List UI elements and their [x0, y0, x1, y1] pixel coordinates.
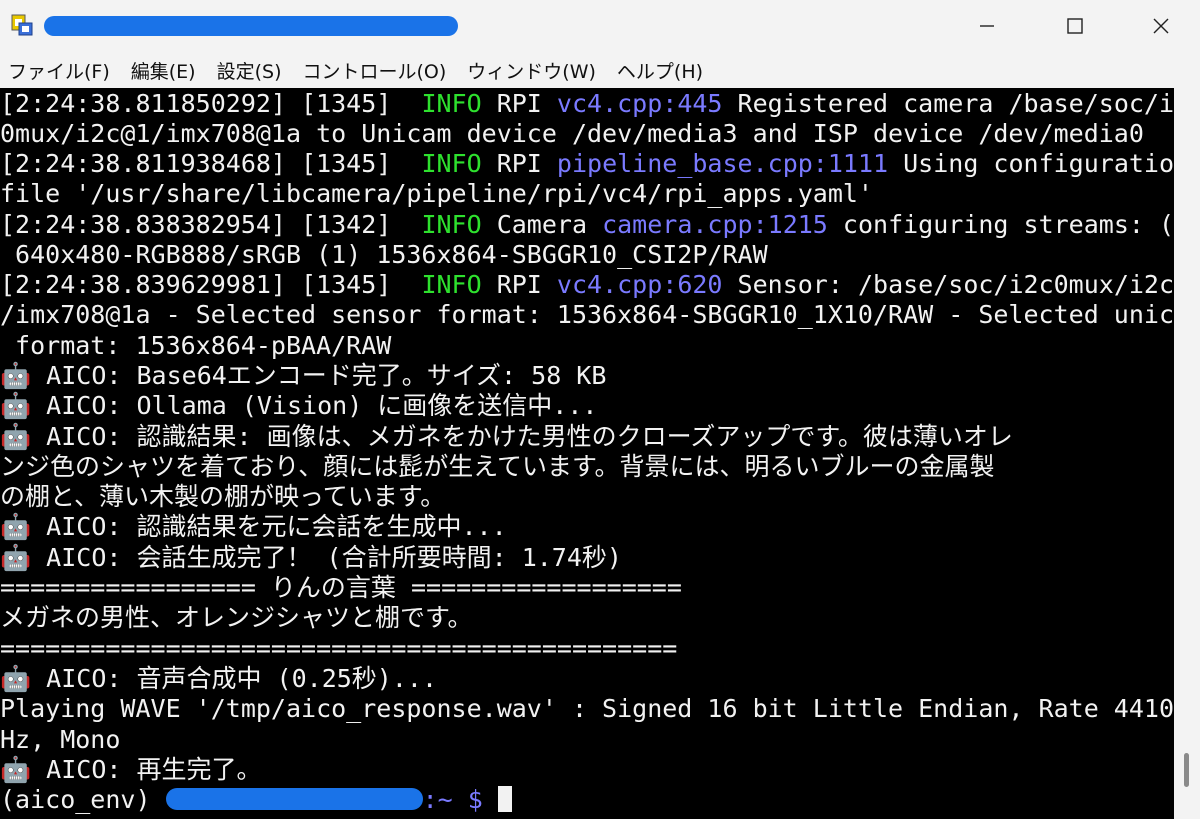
log-level: INFO [421, 270, 482, 299]
log-level: INFO [421, 149, 482, 178]
aico-line: 🤖 AICO: Base64エンコード完了。サイズ: 58 KB [0, 361, 607, 390]
minimize-icon [980, 25, 994, 27]
log-source: pipeline_base.cpp:1111 [556, 149, 889, 178]
playing-line: Playing WAVE '/tmp/aico_response.wav' : … [0, 694, 1174, 723]
aico-line: 🤖 AICO: 音声合成中 (0.25秒)... [0, 664, 438, 693]
menu-bar: ファイル(F) 編集(E) 設定(S) コントロール(O) ウィンドウ(W) ヘ… [0, 52, 1200, 88]
scrollbar[interactable] [1174, 88, 1200, 819]
log-prefix: [2:24:38.811850292] [1345] [0, 89, 422, 118]
prompt-path: :~ [422, 785, 468, 814]
log-line: [2:24:38.838382954] [1342] INFO Camera c… [0, 210, 1174, 240]
redacted-username [165, 788, 423, 810]
speech-line: メガネの男性、オレンジシャツと棚です。 [0, 603, 473, 632]
minimize-button[interactable] [944, 0, 1030, 52]
log-source: camera.cpp:1215 [602, 210, 828, 239]
prompt-symbol: $ [467, 785, 498, 814]
close-icon [1153, 18, 1169, 34]
aico-line-wrap: の棚と、薄い木製の棚が映っています。 [0, 482, 446, 511]
log-line-wrap: format: 1536x864-pBAA/RAW [0, 331, 392, 360]
log-message: Sensor: /base/soc/i2c0mux/i2c@1 [722, 270, 1174, 299]
log-message: Using configuration [888, 149, 1174, 178]
log-source: vc4.cpp:620 [556, 270, 723, 299]
close-button[interactable] [1118, 0, 1200, 52]
log-level: INFO [421, 210, 482, 239]
log-level: INFO [421, 89, 482, 118]
terminal-output[interactable]: [2:24:38.811850292] [1345] INFO RPI vc4.… [0, 88, 1174, 819]
aico-line: 🤖 AICO: 認識結果: 画像は、メガネをかけた男性のクローズアップです。彼は… [0, 422, 1013, 451]
prompt-env: (aico_env) [0, 785, 166, 814]
menu-edit[interactable]: 編集(E) [123, 57, 209, 84]
redacted-window-title [44, 16, 458, 36]
log-category: RPI [481, 149, 557, 178]
log-line: [2:24:38.811938468] [1345] INFO RPI pipe… [0, 149, 1174, 179]
log-category: Camera [481, 210, 603, 239]
maximize-button[interactable] [1032, 0, 1118, 52]
log-line-wrap: 0mux/i2c@1/imx708@1a to Unicam device /d… [0, 119, 1144, 148]
playing-line-wrap: Hz, Mono [0, 725, 121, 754]
aico-line-wrap: ンジ色のシャツを着ており、顔には髭が生えています。背景には、明るいブルーの金属製 [0, 452, 995, 481]
menu-settings[interactable]: 設定(S) [209, 57, 295, 84]
aico-line: 🤖 AICO: 再生完了。 [0, 755, 262, 784]
log-message: Registered camera /base/soc/i2c [722, 89, 1174, 118]
banner-bottom: ========================================… [0, 634, 678, 663]
menu-control[interactable]: コントロール(O) [295, 57, 460, 84]
menu-window[interactable]: ウィンドウ(W) [459, 57, 609, 84]
log-prefix: [2:24:38.838382954] [1342] [0, 210, 422, 239]
log-line: [2:24:38.811850292] [1345] INFO RPI vc4.… [0, 89, 1174, 119]
maximize-icon [1067, 18, 1083, 34]
menu-help[interactable]: ヘルプ(H) [609, 57, 716, 84]
log-category: RPI [481, 89, 557, 118]
log-prefix: [2:24:38.839629981] [1345] [0, 270, 422, 299]
scrollbar-thumb[interactable] [1184, 753, 1189, 787]
log-line: [2:24:38.839629981] [1345] INFO RPI vc4.… [0, 270, 1174, 300]
banner-top: ================= りんの言葉 ================… [0, 573, 682, 602]
log-message: configuring streams: (0) [827, 210, 1174, 239]
aico-line: 🤖 AICO: 認識結果を元に会話を生成中... [0, 512, 507, 541]
app-icon [11, 14, 33, 36]
menu-file[interactable]: ファイル(F) [0, 57, 123, 84]
title-bar [0, 0, 1200, 52]
log-line-wrap: /imx708@1a - Selected sensor format: 153… [0, 300, 1174, 329]
log-prefix: [2:24:38.811938468] [1345] [0, 149, 422, 178]
log-category: RPI [481, 270, 557, 299]
aico-line: 🤖 AICO: 会話生成完了！ (合計所要時間: 1.74秒) [0, 543, 622, 572]
log-line-wrap: file '/usr/share/libcamera/pipeline/rpi/… [0, 179, 873, 208]
text-cursor [497, 786, 512, 812]
log-source: vc4.cpp:445 [556, 89, 723, 118]
aico-line: 🤖 AICO: Ollama (Vision) に画像を送信中... [0, 391, 598, 420]
shell-prompt[interactable]: (aico_env) :~ $ [0, 785, 512, 815]
log-line-wrap: 640x480-RGB888/sRGB (1) 1536x864-SBGGR10… [0, 240, 768, 269]
